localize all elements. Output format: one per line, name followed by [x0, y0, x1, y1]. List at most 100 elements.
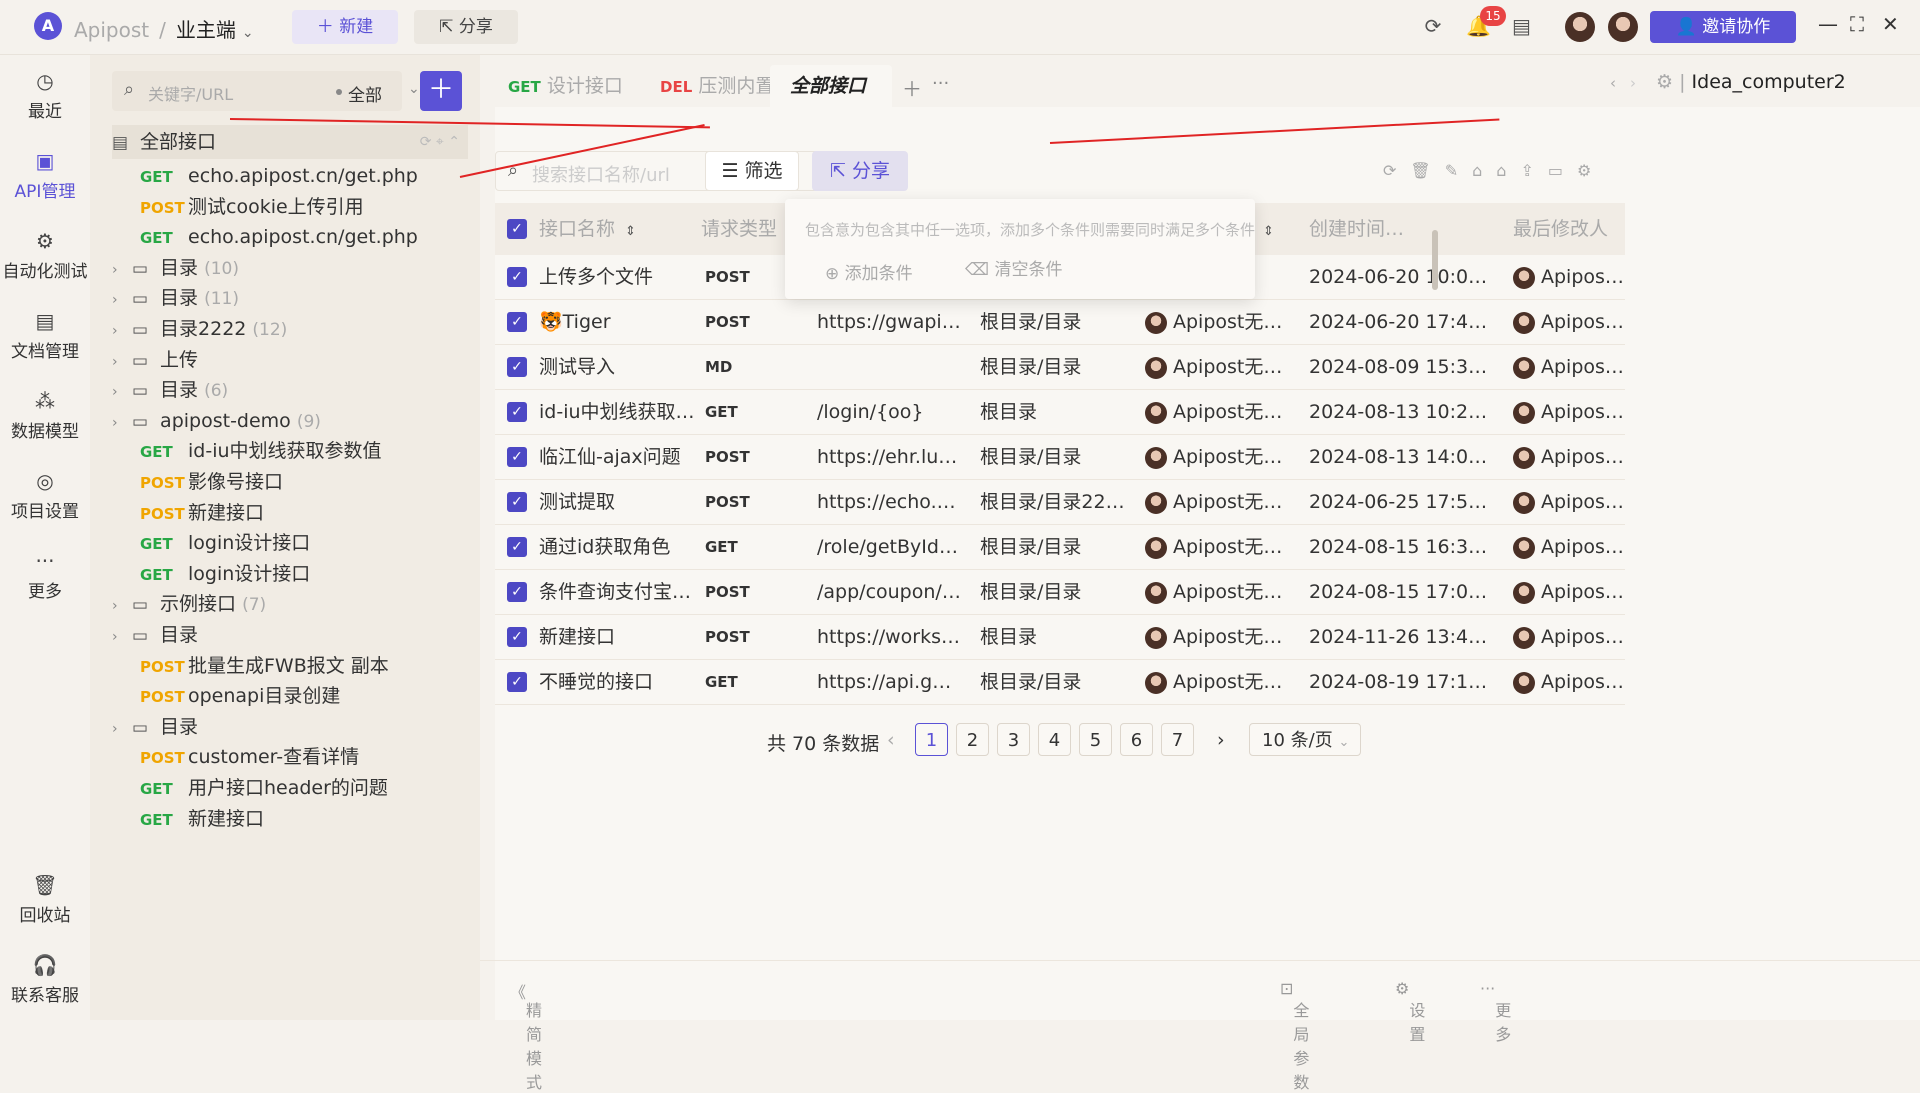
rail-docs[interactable]: ▤ 文档管理 [0, 309, 90, 362]
tab-design-api[interactable]: GET 设计接口 [488, 65, 643, 107]
share-list-button[interactable]: ⇱ 分享 [812, 151, 908, 191]
row-name[interactable]: 通过id获取角色 [539, 525, 695, 569]
table-row[interactable]: ✓ 测试提取 POST https://echo.apip... 根目录/目录2… [495, 480, 1625, 525]
row-name[interactable]: 测试提取 [539, 480, 695, 524]
tree-api-item[interactable]: POST 测试cookie上传引用 [112, 190, 468, 224]
rail-model[interactable]: ⁂ 数据模型 [0, 389, 90, 442]
row-name[interactable]: 上传多个文件 [539, 255, 695, 299]
share-button[interactable]: ⇱ 分享 [414, 10, 518, 44]
row-name[interactable]: 🐯Tiger [539, 300, 695, 344]
tree-root[interactable]: ▤ 全部接口 ⟳ ⌖ ⌃ [112, 125, 468, 159]
sort-icon[interactable]: ⇕ [625, 224, 636, 239]
simple-mode-toggle[interactable]: 《 精简模式 [510, 979, 542, 1092]
notes-icon[interactable]: ▤ [1512, 14, 1531, 38]
tree-folder-item[interactable]: › ▭ apipost-demo (9) [112, 404, 468, 438]
row-checkbox[interactable]: ✓ [507, 582, 527, 602]
rail-trash[interactable]: 🗑 回收站 [0, 873, 90, 926]
row-checkbox[interactable]: ✓ [507, 492, 527, 512]
page-size-select[interactable]: 10 条/页 ⌄ [1249, 723, 1361, 756]
scrollbar[interactable] [1432, 230, 1438, 290]
tree-api-item[interactable]: POST customer-查看详情 [112, 740, 468, 774]
table-row[interactable]: ✓ id-iu中划线获取参... GET /login/{oo} 根目录 Api… [495, 390, 1625, 435]
page-button[interactable]: 6 [1120, 723, 1153, 756]
rail-more[interactable]: ··· 更多 [0, 549, 90, 602]
folder-icon[interactable]: ▭ [1548, 161, 1577, 180]
gear-icon[interactable]: ⚙ [1577, 161, 1605, 180]
global-params-button[interactable]: ⊡ 全局参数 [1280, 979, 1309, 1092]
page-button[interactable]: 2 [956, 723, 989, 756]
tree-api-item[interactable]: POST 批量生成FWB报文 副本 [112, 649, 468, 683]
page-button[interactable]: 3 [997, 723, 1030, 756]
tree-api-item[interactable]: GET 新建接口 [112, 802, 468, 836]
page-button[interactable]: 4 [1038, 723, 1071, 756]
rail-api[interactable]: ▣ API管理 [0, 149, 90, 202]
sort-icon[interactable]: ⇕ [1263, 224, 1274, 239]
add-tab-icon[interactable]: ＋ [902, 73, 922, 102]
rail-recent[interactable]: ◷ 最近 [0, 69, 90, 122]
settings-button[interactable]: ⚙ 设置 [1395, 979, 1425, 1044]
page-button[interactable]: 1 [915, 723, 948, 756]
more-button[interactable]: ··· 更多 [1480, 979, 1511, 1044]
row-checkbox[interactable]: ✓ [507, 312, 527, 332]
tree-api-item[interactable]: POST 影像号接口 [112, 465, 468, 499]
close-icon[interactable]: ✕ [1882, 12, 1899, 36]
trash-icon[interactable]: 🗑 [1410, 161, 1444, 180]
tree-folder-item[interactable]: › ▭ 目录 (11) [112, 281, 468, 315]
tag-icon[interactable]: ⌂ [1472, 161, 1496, 180]
chevron-right-icon[interactable]: › [1630, 74, 1636, 92]
filter-button[interactable]: ☰ 筛选 [705, 151, 799, 191]
rail-support[interactable]: 🎧 联系客服 [0, 953, 90, 1006]
row-checkbox[interactable]: ✓ [507, 267, 527, 287]
tree-api-item[interactable]: POST 新建接口 [112, 496, 468, 530]
prev-page-icon[interactable]: ‹ [887, 729, 895, 751]
col-modifier[interactable]: 最后修改人 [1513, 203, 1625, 255]
row-checkbox[interactable]: ✓ [507, 357, 527, 377]
minimize-icon[interactable]: — [1818, 12, 1838, 36]
chevron-down-icon[interactable]: ⌄ [242, 25, 254, 41]
row-checkbox[interactable]: ✓ [507, 447, 527, 467]
table-row[interactable]: ✓ 新建接口 POST https://workspac... 根目录 Apip… [495, 615, 1625, 660]
chevron-down-icon[interactable]: ⌄ [408, 81, 420, 97]
table-row[interactable]: ✓ 通过id获取角色 GET /role/getById?id... 根目录/目… [495, 525, 1625, 570]
avatar[interactable] [1565, 12, 1595, 42]
export-icon[interactable]: ⇪ [1520, 161, 1547, 180]
sync-icon[interactable]: ⟳ [1420, 14, 1446, 40]
tree-actions[interactable]: ⟳ ⌖ ⌃ [420, 125, 460, 159]
row-name[interactable]: 临江仙-ajax问题 [539, 435, 695, 479]
tree-api-item[interactable]: POST openapi目录创建 [112, 679, 468, 713]
refresh-icon[interactable]: ⟳ [1383, 161, 1410, 180]
tree-folder-item[interactable]: › ▭ 目录 (6) [112, 373, 468, 407]
project-selector[interactable]: 业主端 [176, 18, 236, 42]
col-created[interactable]: 创建时间⇕ [1309, 203, 1489, 255]
row-checkbox[interactable]: ✓ [507, 537, 527, 557]
tree-api-item[interactable]: GET echo.apipost.cn/get.php [112, 159, 468, 193]
page-button[interactable]: 7 [1161, 723, 1194, 756]
chevron-left-icon[interactable]: ‹ [1610, 74, 1616, 92]
tree-filter-select[interactable]: 全部 [348, 81, 382, 106]
edit-icon[interactable]: ✎ [1445, 161, 1472, 180]
table-row[interactable]: ✓ 测试导入 MD 根目录/目录 Apipost无敌... 2024-08-09… [495, 345, 1625, 390]
tree-folder-item[interactable]: › ▭ 目录 [112, 618, 468, 652]
tags-icon[interactable]: ⌂ [1496, 161, 1520, 180]
row-name[interactable]: id-iu中划线获取参... [539, 390, 695, 434]
bulk-actions-toolbar[interactable]: ⟳🗑✎⌂⌂⇪▭⚙ [1383, 161, 1605, 180]
tab-all-apis[interactable]: 全部接口 [770, 65, 892, 107]
row-checkbox[interactable]: ✓ [507, 672, 527, 692]
tree-search[interactable]: ⌕ 关键字/URL 全部 ⌄ [112, 71, 420, 111]
more-tabs-icon[interactable]: ··· [932, 73, 949, 94]
new-button[interactable]: ＋ 新建 [292, 10, 398, 44]
tree-folder-item[interactable]: › ▭ 目录 [112, 710, 468, 744]
tree-api-item[interactable]: GET login设计接口 [112, 526, 468, 560]
tree-folder-item[interactable]: › ▭ 上传 [112, 343, 468, 377]
row-checkbox[interactable]: ✓ [507, 627, 527, 647]
table-row[interactable]: ✓ 临江仙-ajax问题 POST https://ehr.luolai....… [495, 435, 1625, 480]
table-row[interactable]: ✓ 不睡觉的接口 GET https://api.gw-gr... 根目录/目录… [495, 660, 1625, 705]
avatar[interactable] [1608, 12, 1638, 42]
maximize-icon[interactable]: ⛶ [1850, 12, 1864, 36]
select-all-checkbox[interactable]: ✓ [507, 219, 527, 239]
clear-conditions-button[interactable]: ⌫ 清空条件 [965, 255, 1062, 280]
page-button[interactable]: 5 [1079, 723, 1112, 756]
row-name[interactable]: 不睡觉的接口 [539, 660, 695, 704]
add-condition-button[interactable]: ⊕ 添加条件 [825, 255, 913, 295]
tree-api-item[interactable]: GET id-iu中划线获取参数值 [112, 434, 468, 468]
